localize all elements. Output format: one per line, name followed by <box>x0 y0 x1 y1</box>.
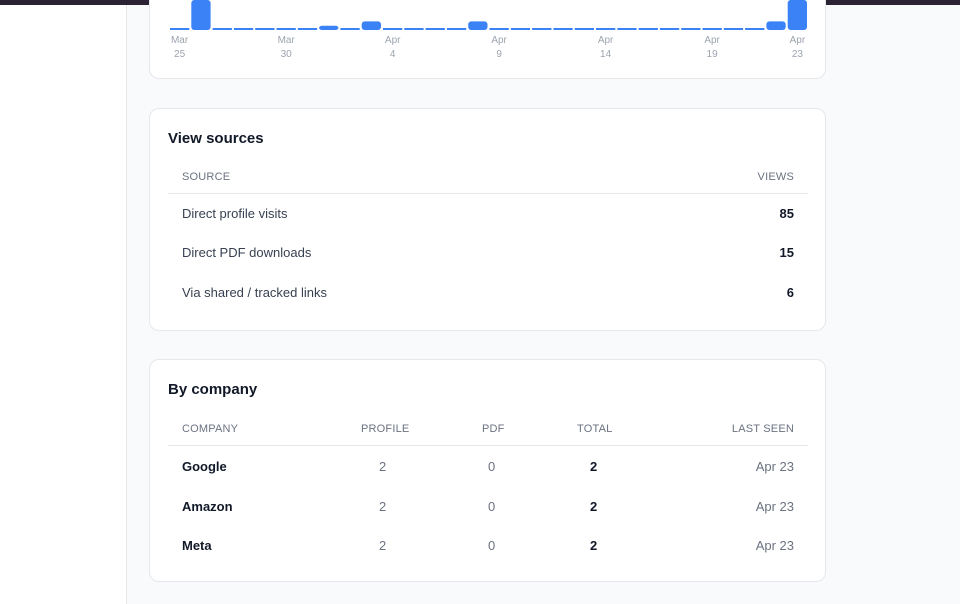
x-tick-day: 4 <box>390 49 396 60</box>
chart-bar <box>297 28 318 30</box>
chart-bar <box>489 28 509 30</box>
company-name: Amazon <box>182 499 233 514</box>
chart-bar <box>723 28 744 30</box>
x-tick-month: Apr <box>598 35 614 46</box>
chart-bar <box>340 28 360 30</box>
chart-bar <box>553 28 573 30</box>
x-tick-label: Apr 14 <box>598 35 614 60</box>
chart-bar <box>702 28 722 30</box>
column-views: VIEWS <box>757 171 794 183</box>
table-row: Via shared / tracked links 6 <box>168 273 808 313</box>
company-name: Google <box>182 459 227 474</box>
chart-bar <box>617 28 637 30</box>
chart-bar <box>574 28 594 30</box>
view-sources-header: SOURCE VIEWS <box>168 161 808 194</box>
chart-bar <box>404 28 424 30</box>
column-company: COMPANY <box>182 423 239 435</box>
company-last-seen: Apr 23 <box>755 499 794 514</box>
column-profile: PROFILE <box>361 423 410 435</box>
views-chart-card: Mar 25 Mar 30 Apr 4 Apr 9 Apr 14 Apr 19 Apr 23 <box>149 0 826 79</box>
chart-bar <box>361 21 381 30</box>
chart-bar <box>638 28 658 30</box>
company-total: 2 <box>590 499 598 514</box>
chart-bar <box>255 28 275 30</box>
chart-bar <box>532 28 552 30</box>
by-company-header: COMPANY PROFILE PDF TOTAL LAST SEEN <box>168 413 808 446</box>
chart-bar <box>596 28 616 30</box>
company-total: 2 <box>590 459 598 474</box>
x-tick-day: 30 <box>281 49 293 60</box>
x-tick-month: Apr <box>704 35 720 46</box>
view-sources-title: View sources <box>168 130 264 147</box>
company-total: 2 <box>590 538 598 553</box>
x-tick-day: 23 <box>792 49 804 60</box>
x-tick-month: Apr <box>491 35 507 46</box>
source-name: Direct PDF downloads <box>182 245 312 260</box>
x-tick-day: 14 <box>600 49 612 60</box>
chart-bar <box>468 21 488 30</box>
x-tick-label: Apr 9 <box>491 35 507 60</box>
company-pdf: 0 <box>488 538 496 553</box>
chart-bar <box>425 28 445 30</box>
views-bar-chart: Mar 25 Mar 30 Apr 4 Apr 9 Apr 14 Apr 19 Apr 23 <box>170 0 807 60</box>
company-name: Meta <box>182 538 212 553</box>
by-company-card: By company COMPANY PROFILE PDF TOTAL LAS… <box>149 359 826 582</box>
chart-bar <box>787 0 807 30</box>
chart-bar <box>745 28 765 30</box>
x-tick-day: 19 <box>707 49 719 60</box>
company-profile: 2 <box>379 499 387 514</box>
chart-bar <box>446 28 467 30</box>
company-pdf: 0 <box>488 499 496 514</box>
x-tick-label: Apr 23 <box>790 35 806 60</box>
table-row: Meta 2 0 2 Apr 23 <box>168 526 808 566</box>
chart-bar <box>276 28 296 30</box>
chart-bar <box>233 28 254 30</box>
chart-bar <box>659 28 680 30</box>
x-tick-label: Apr 4 <box>385 35 401 60</box>
source-name: Via shared / tracked links <box>182 285 327 300</box>
view-sources-card: View sources SOURCE VIEWS Direct profile… <box>149 108 826 331</box>
chart-bar <box>319 25 339 30</box>
sidebar <box>0 5 127 604</box>
table-row: Direct PDF downloads 15 <box>168 233 808 273</box>
by-company-title: By company <box>168 381 258 398</box>
x-tick-label: Mar 25 <box>171 35 189 60</box>
chart-bar <box>191 0 211 30</box>
company-pdf: 0 <box>488 459 496 474</box>
x-tick-day: 9 <box>496 49 502 60</box>
column-total: TOTAL <box>577 423 613 435</box>
chart-bar <box>170 28 190 30</box>
source-views: 15 <box>779 245 794 260</box>
table-row: Direct profile visits 85 <box>168 194 808 234</box>
chart-bar <box>766 21 786 30</box>
x-tick-label: Mar 30 <box>278 35 296 60</box>
chart-bar <box>510 28 531 30</box>
company-last-seen: Apr 23 <box>755 459 794 474</box>
company-profile: 2 <box>379 459 387 474</box>
source-views: 85 <box>779 206 794 221</box>
table-row: Google 2 0 2 Apr 23 <box>168 447 808 487</box>
company-last-seen: Apr 23 <box>755 538 794 553</box>
table-row: Amazon 2 0 2 Apr 23 <box>168 487 808 527</box>
chart-bar <box>212 28 232 30</box>
chart-bar <box>681 28 701 30</box>
x-tick-month: Mar <box>171 35 189 46</box>
column-pdf: PDF <box>482 423 505 435</box>
chart-bar <box>383 28 403 30</box>
x-tick-month: Mar <box>278 35 296 46</box>
column-source: SOURCE <box>182 171 231 183</box>
x-tick-month: Apr <box>385 35 401 46</box>
source-views: 6 <box>786 285 794 300</box>
x-tick-month: Apr <box>790 35 806 46</box>
x-tick-label: Apr 19 <box>704 35 720 60</box>
column-last-seen: LAST SEEN <box>731 423 794 435</box>
source-name: Direct profile visits <box>182 206 288 221</box>
x-tick-day: 25 <box>174 49 186 60</box>
company-profile: 2 <box>379 538 387 553</box>
